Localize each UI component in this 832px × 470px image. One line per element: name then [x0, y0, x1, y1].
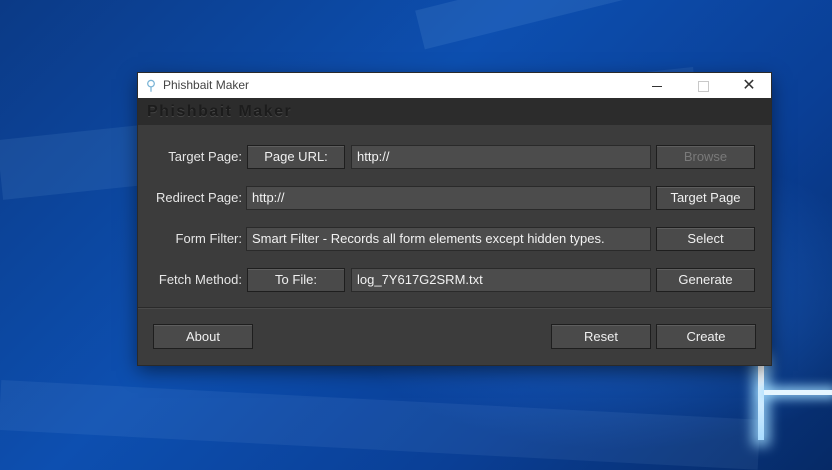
minimize-icon [652, 85, 662, 87]
redirect-page-input[interactable]: http:// [246, 186, 651, 210]
wallpaper-glow-line [764, 390, 832, 395]
fetch-method-label: Fetch Method: [158, 272, 242, 287]
app-window: ⚲ Phishbait Maker ✕ Phishbait Maker Targ… [138, 73, 771, 365]
create-button[interactable]: Create [656, 324, 756, 349]
maximize-button[interactable] [680, 73, 726, 98]
generate-button[interactable]: Generate [656, 268, 755, 292]
browse-button[interactable]: Browse [656, 145, 755, 169]
header-strip: Phishbait Maker [138, 98, 771, 125]
form-filter-input[interactable]: Smart Filter - Records all form elements… [246, 227, 651, 251]
wallpaper-light-beam [415, 0, 832, 50]
app-icon: ⚲ [145, 77, 157, 93]
redirect-page-label: Redirect Page: [156, 190, 242, 205]
close-icon: ✕ [742, 77, 756, 94]
footer-separator [138, 307, 771, 308]
target-page-label: Target Page: [168, 149, 242, 164]
about-button[interactable]: About [153, 324, 253, 349]
page-url-button[interactable]: Page URL: [247, 145, 345, 169]
title-bar[interactable]: ⚲ Phishbait Maker ✕ [138, 73, 771, 98]
close-button[interactable]: ✕ [726, 73, 772, 98]
fetch-file-input[interactable]: log_7Y617G2SRM.txt [351, 268, 651, 292]
brand-title: Phishbait Maker [147, 103, 293, 120]
maximize-icon [697, 80, 709, 92]
minimize-button[interactable] [634, 73, 680, 98]
select-button[interactable]: Select [656, 227, 755, 251]
form-filter-label: Form Filter: [175, 231, 242, 246]
wallpaper-glow-line [758, 360, 764, 440]
reset-button[interactable]: Reset [551, 324, 651, 349]
to-file-button[interactable]: To File: [247, 268, 345, 292]
target-page-button[interactable]: Target Page [656, 186, 755, 210]
wallpaper-light-beam [0, 380, 761, 470]
window-title: Phishbait Maker [163, 78, 250, 92]
target-page-input[interactable]: http:// [351, 145, 651, 169]
